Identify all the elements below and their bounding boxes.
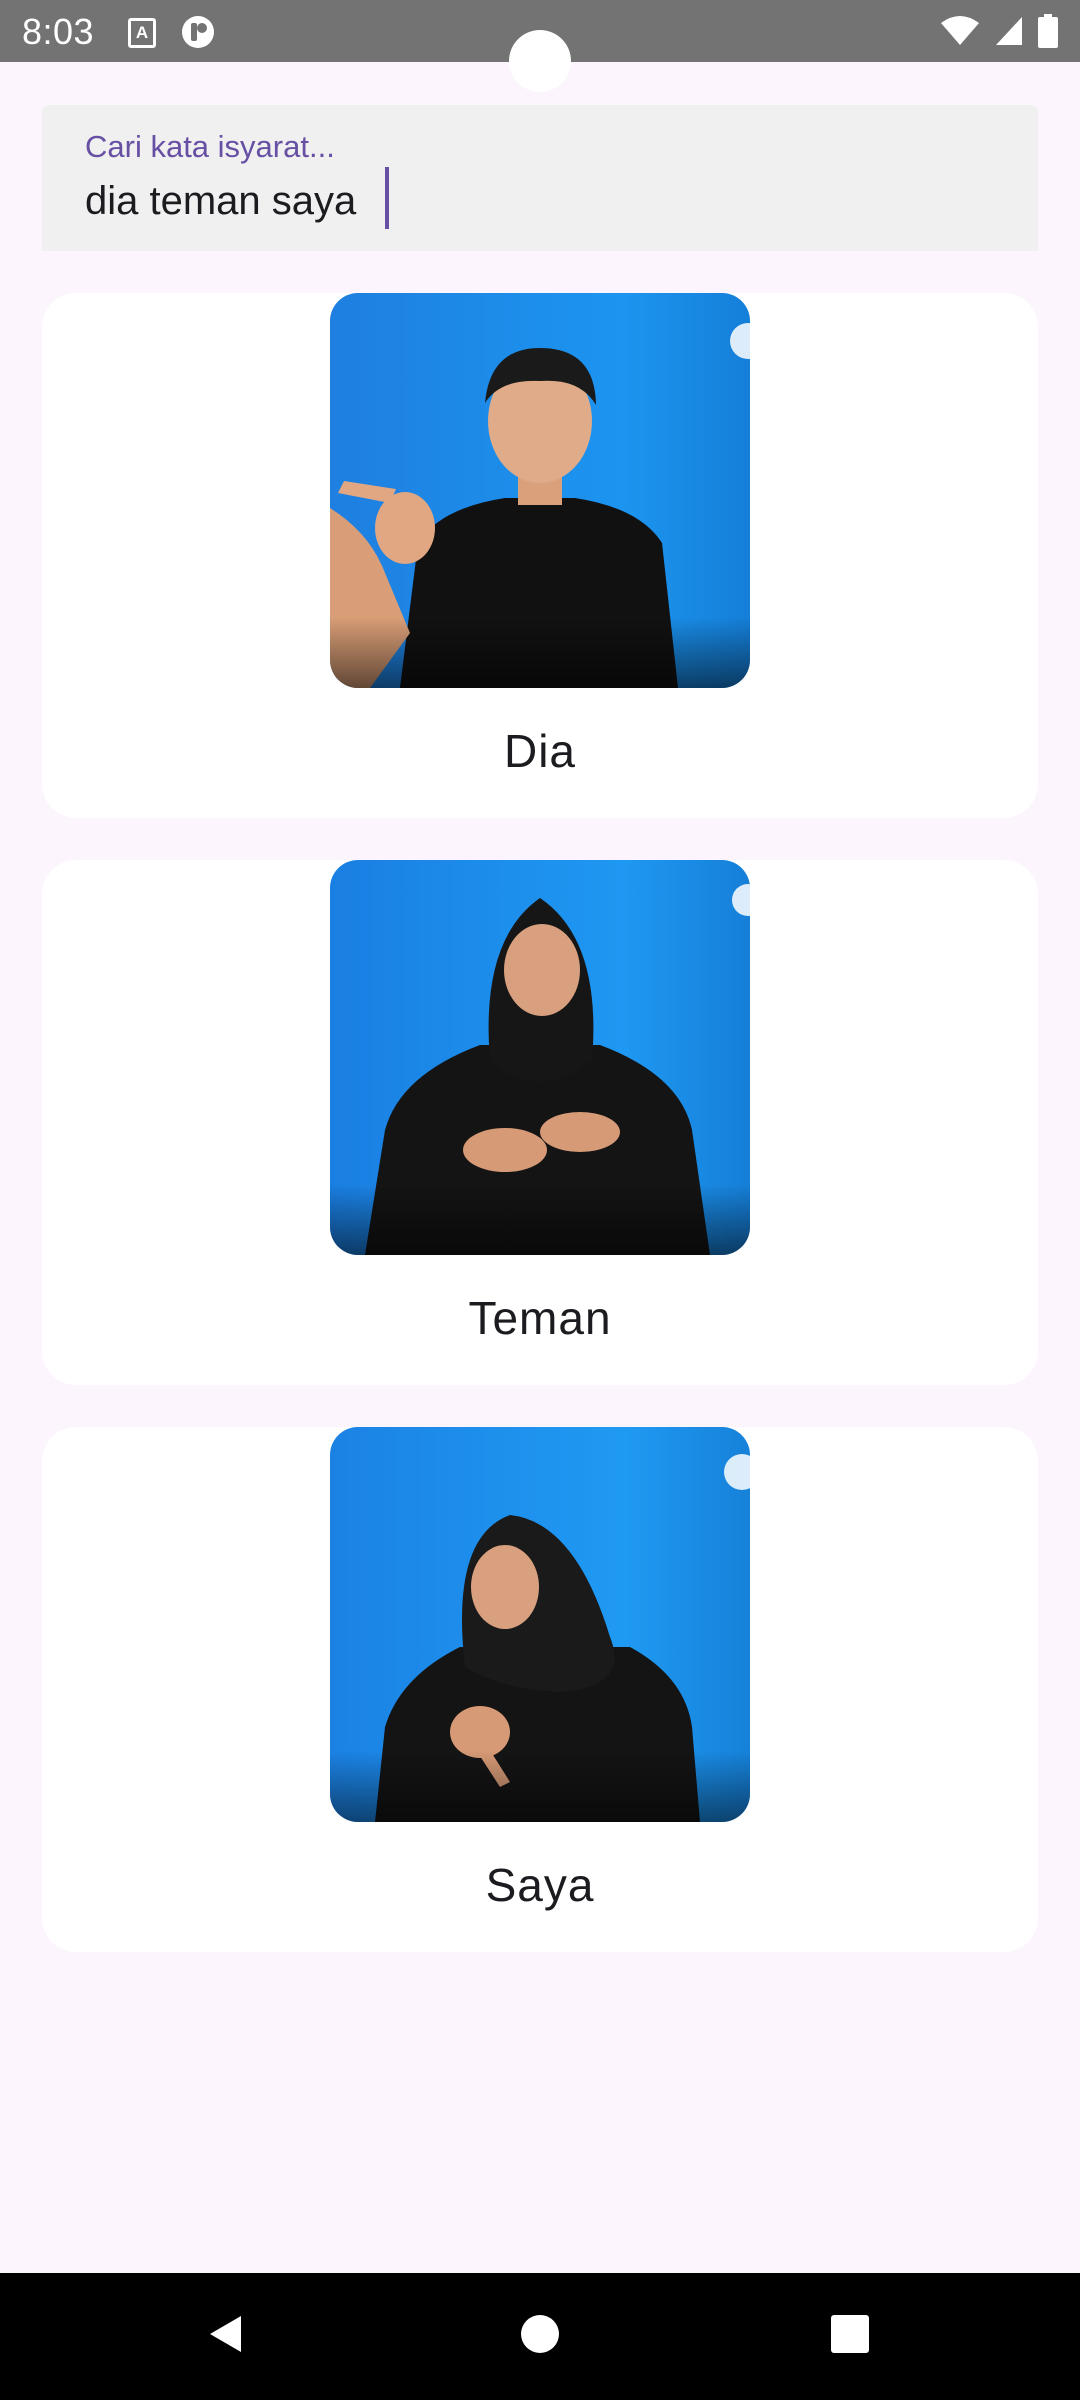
sign-card[interactable]: Teman — [42, 860, 1038, 1385]
text-cursor — [385, 167, 389, 229]
sign-list: Dia Teman Saya — [42, 293, 1038, 1994]
battery-icon — [1038, 14, 1058, 53]
sign-video-thumbnail[interactable] — [330, 293, 750, 688]
recents-button[interactable] — [770, 2273, 930, 2400]
back-button[interactable] — [146, 2273, 306, 2400]
app-notification-icon — [180, 14, 216, 55]
sign-label: Dia — [503, 725, 577, 777]
cellular-signal-icon — [994, 15, 1024, 52]
wifi-icon — [940, 15, 980, 52]
sign-card[interactable]: Dia — [42, 293, 1038, 818]
status-time: 8:03 — [22, 11, 95, 52]
sign-video-thumbnail[interactable] — [330, 860, 750, 1255]
navigation-bar — [0, 2273, 1080, 2400]
sign-video-thumbnail[interactable] — [330, 1427, 750, 1822]
system-icons — [940, 14, 1058, 53]
sign-label: Saya — [485, 1859, 595, 1911]
search-label: Cari kata isyarat... — [85, 129, 335, 164]
sign-label: Teman — [468, 1292, 612, 1344]
search-field[interactable]: Cari kata isyarat... dia teman saya — [42, 105, 1038, 251]
home-button[interactable] — [460, 2273, 620, 2400]
camera-cutout — [509, 30, 571, 92]
home-icon — [519, 2313, 561, 2360]
text-notification-icon: A — [128, 18, 156, 48]
back-icon — [205, 2313, 247, 2360]
sign-card[interactable]: Saya — [42, 1427, 1038, 1952]
recents-icon — [829, 2313, 871, 2360]
search-input[interactable]: dia teman saya — [85, 175, 356, 227]
